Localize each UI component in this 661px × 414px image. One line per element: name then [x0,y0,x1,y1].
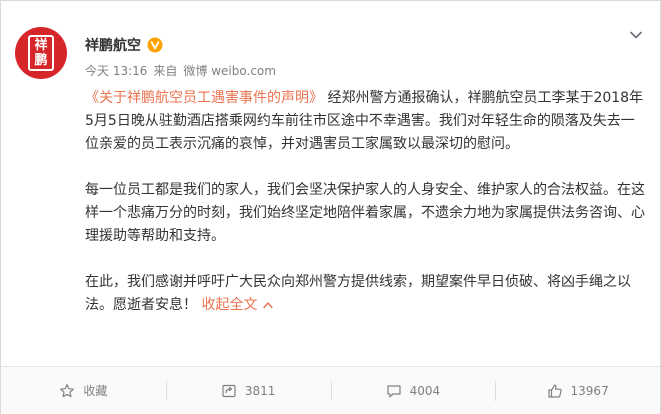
name-row: 祥鹏航空 [85,35,163,55]
paragraph-3: 在此，我们感谢并呼吁广大民众向郑州警方提供线索，期望案件早日侦破、将凶手绳之以法… [85,271,645,317]
like-button[interactable]: 13967 [495,367,660,414]
avatar-char-2: 鹏 [34,53,48,68]
post-meta: 今天 13:16 来自 微博 weibo.com [85,62,276,79]
like-count: 13967 [570,383,609,398]
comment-count: 4004 [409,383,441,398]
repost-count: 3811 [244,383,276,398]
weibo-post-card: 祥 鹏 祥鹏航空 今天 13:16 来自 微博 weibo.com 《关于祥鹏航… [0,0,661,414]
statement-link[interactable]: 《关于祥鹏航空员工遇害事件的声明》 [85,90,323,106]
favorite-button[interactable]: 收藏 [1,367,166,414]
repost-button[interactable]: 3811 [165,367,331,414]
comment-button[interactable]: 4004 [330,367,496,414]
chevron-down-icon[interactable] [628,27,644,43]
username-link[interactable]: 祥鹏航空 [85,35,141,55]
paragraph-3-text: 在此，我们感谢并呼吁广大民众向郑州警方提供线索，期望案件早日侦破、将凶手绳之以法… [85,274,631,313]
from-label: 来自 [153,64,178,78]
paragraph-1: 《关于祥鹏航空员工遇害事件的声明》 经郑州警方通报确认，祥鹏航空员工李某于201… [85,87,645,156]
collapse-label: 收起全文 [201,297,258,313]
avatar-logo: 祥 鹏 [28,35,54,71]
collapse-text-button[interactable]: 收起全文 [201,297,274,313]
avatar-char-1: 祥 [34,38,48,53]
comment-icon [386,384,401,397]
thumbs-up-icon [547,384,562,398]
chevron-up-icon [263,302,274,309]
star-icon [60,383,75,397]
post-source[interactable]: 微博 weibo.com [183,62,276,79]
post-content: 《关于祥鹏航空员工遇害事件的声明》 经郑州警方通报确认，祥鹏航空员工李某于201… [85,87,645,317]
repost-icon [222,384,236,397]
avatar[interactable]: 祥 鹏 [15,27,67,79]
verified-badge-icon[interactable] [147,37,163,53]
paragraph-2: 每一位员工都是我们的家人，我们会坚决保护家人的人身安全、维护家人的合法权益。在这… [85,182,645,244]
post-time[interactable]: 今天 13:16 [85,62,147,79]
favorite-label: 收藏 [83,384,108,398]
action-bar: 收藏 3811 4004 13967 [1,366,660,414]
